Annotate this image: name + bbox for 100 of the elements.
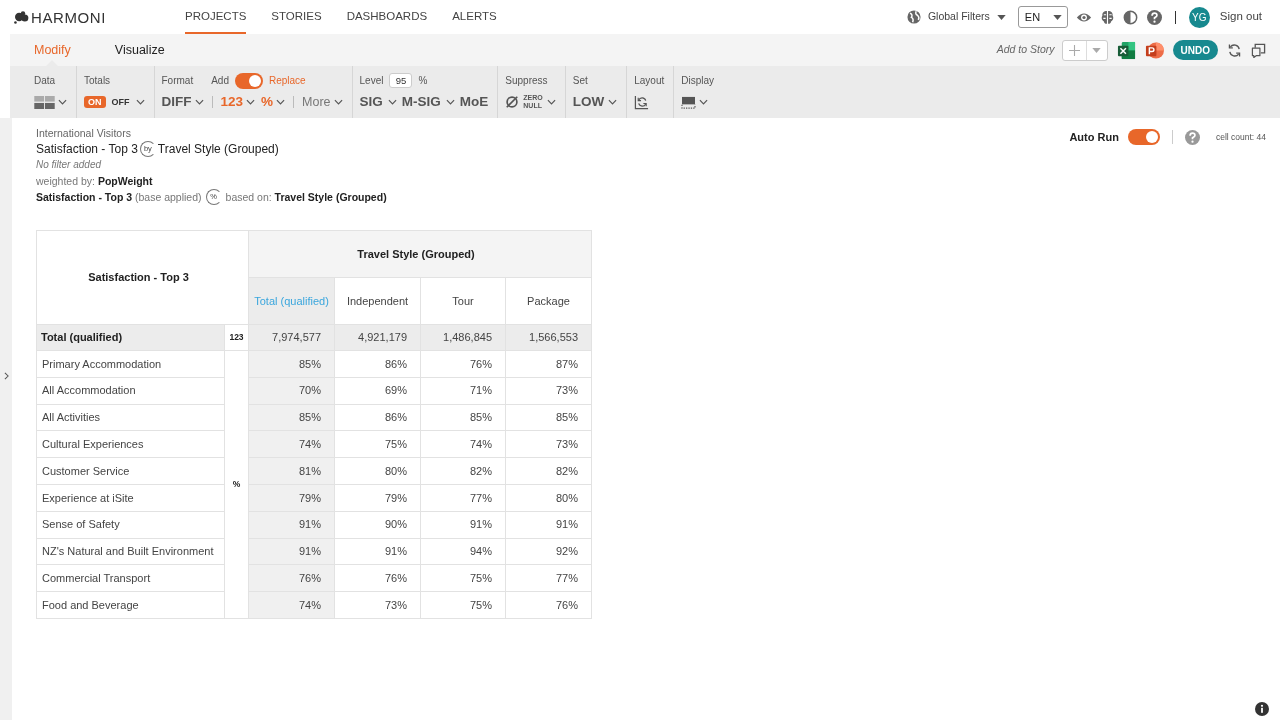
set-menu-button[interactable]: LOW xyxy=(572,95,618,109)
undo-button[interactable]: UNDO xyxy=(1172,40,1218,60)
table-cell: 73% xyxy=(505,377,592,405)
moe-button[interactable]: MoE xyxy=(459,95,489,109)
globe-icon xyxy=(906,10,921,24)
auto-run-switch[interactable] xyxy=(1127,129,1160,146)
format-option-button[interactable]: DIFF xyxy=(161,95,204,109)
row-header: Food and Beverage xyxy=(36,591,225,619)
table-cell: 69% xyxy=(334,377,421,405)
chevron-down-icon xyxy=(445,99,455,105)
table-cell: 4,921,179 xyxy=(334,324,421,351)
empty-set-icon xyxy=(505,95,520,109)
nav-tab[interactable]: ALERTS xyxy=(452,0,497,34)
column-header: Package xyxy=(505,277,592,325)
significance-menu-button[interactable]: SIG xyxy=(359,95,397,109)
user-avatar[interactable]: YG xyxy=(1188,6,1210,28)
more-menu-button[interactable]: More xyxy=(302,95,343,109)
chevron-down-icon xyxy=(276,99,286,105)
table-cell: 76% xyxy=(248,564,335,592)
based-on-note: based on: Travel Style (Grouped) xyxy=(225,190,387,205)
table-cell: 87% xyxy=(505,350,592,378)
unit-label: % xyxy=(418,74,428,88)
table-cell: 91% xyxy=(248,511,335,539)
row-header: Customer Service xyxy=(36,457,225,485)
dataset-name: International Visitors xyxy=(36,126,132,141)
table-cell: 85% xyxy=(248,404,335,431)
brain-icon[interactable] xyxy=(1100,9,1114,25)
table-cell: 91% xyxy=(420,511,506,539)
table-cell: 7,974,577 xyxy=(248,324,335,351)
nav-tab[interactable]: STORIES xyxy=(271,0,322,34)
group-label: Data xyxy=(34,74,56,88)
weighting-note: weighted by: PopWeight xyxy=(36,174,154,189)
spreadsheet-export-icon[interactable] xyxy=(1116,40,1136,60)
toggle-switch[interactable] xyxy=(234,72,263,89)
table-cell: 1,486,845 xyxy=(420,324,506,351)
group-label: Display xyxy=(681,74,715,88)
chevron-down-icon xyxy=(194,99,204,105)
table-cell: 80% xyxy=(334,457,421,485)
eye-icon[interactable] xyxy=(1075,11,1092,23)
row-header: Experience at iSite xyxy=(36,484,225,512)
totals-option[interactable]: OFF xyxy=(107,95,134,109)
row-variable-title: Satisfaction - Top 3 xyxy=(36,141,138,157)
table-cell: 91% xyxy=(334,538,421,565)
switch-label: Add xyxy=(211,74,229,88)
display-menu-button[interactable] xyxy=(681,95,709,109)
chevron-down-icon xyxy=(699,99,709,105)
help-icon[interactable] xyxy=(1146,9,1162,25)
filter-note: No filter added xyxy=(36,158,103,172)
table-cell: 76% xyxy=(420,350,506,378)
layout-button[interactable] xyxy=(634,94,650,110)
nav-tab[interactable]: DASHBOARDS xyxy=(346,0,428,34)
table-cell: 86% xyxy=(334,350,421,378)
column-header: Total (qualified) xyxy=(248,277,335,325)
table-cell: 82% xyxy=(505,457,592,485)
table-cell: 76% xyxy=(334,564,421,592)
presentation-export-icon[interactable] xyxy=(1144,40,1164,60)
row-variable-header: Satisfaction - Top 3 xyxy=(36,230,249,325)
table-cell: 77% xyxy=(420,484,506,512)
window-icon[interactable] xyxy=(1251,42,1266,58)
row-header: Commercial Transport xyxy=(36,564,225,592)
row-header: All Accommodation xyxy=(36,377,225,405)
table-layout-icon xyxy=(34,95,55,109)
help-icon[interactable] xyxy=(1184,129,1200,145)
level-input[interactable]: 95 xyxy=(389,73,413,88)
app-logo-text: HARMONI xyxy=(31,9,107,25)
info-icon[interactable] xyxy=(1255,702,1269,716)
chevron-down-icon xyxy=(546,99,556,105)
column-variable-title: Travel Style (Grouped) xyxy=(157,141,279,157)
totals-option[interactable]: ON xyxy=(84,95,106,109)
significance-menu-button[interactable]: M-SIG xyxy=(401,95,455,109)
table-cell: 73% xyxy=(505,430,592,458)
table-cell: 91% xyxy=(248,538,335,565)
logo-icon xyxy=(14,10,29,24)
global-filters-button[interactable]: Global Filters xyxy=(906,9,1006,25)
table-cell: 75% xyxy=(420,564,506,592)
language-select[interactable]: EN xyxy=(1017,6,1068,28)
table-cell: 70% xyxy=(248,377,335,405)
data-view-button[interactable] xyxy=(34,95,67,109)
sidebar-toggle[interactable] xyxy=(0,118,12,720)
table-cell: 75% xyxy=(334,430,421,458)
chevron-right-icon xyxy=(3,372,9,380)
statistic-label: % xyxy=(224,350,249,619)
chevron-down-icon[interactable] xyxy=(135,99,145,105)
column-variable-header: Travel Style (Grouped) xyxy=(248,230,592,278)
chevron-down-icon xyxy=(246,99,256,105)
refresh-icon[interactable] xyxy=(1227,42,1242,58)
chevron-down-icon xyxy=(387,99,397,105)
table-cell: 79% xyxy=(248,484,335,512)
add-to-story-label: Add to Story xyxy=(996,42,1055,58)
group-label: Layout xyxy=(634,74,665,88)
group-label: Suppress xyxy=(505,74,548,88)
sign-out-link[interactable]: Sign out xyxy=(1219,8,1262,26)
table-cell: 90% xyxy=(334,511,421,539)
contrast-icon[interactable] xyxy=(1122,9,1138,25)
mode-tab[interactable]: Visualize xyxy=(114,34,165,66)
group-label: Totals xyxy=(84,74,111,88)
column-header: Independent xyxy=(334,277,421,325)
group-label: Format xyxy=(161,74,194,88)
column-header: Tour xyxy=(420,277,506,325)
table-cell: 86% xyxy=(334,404,421,431)
